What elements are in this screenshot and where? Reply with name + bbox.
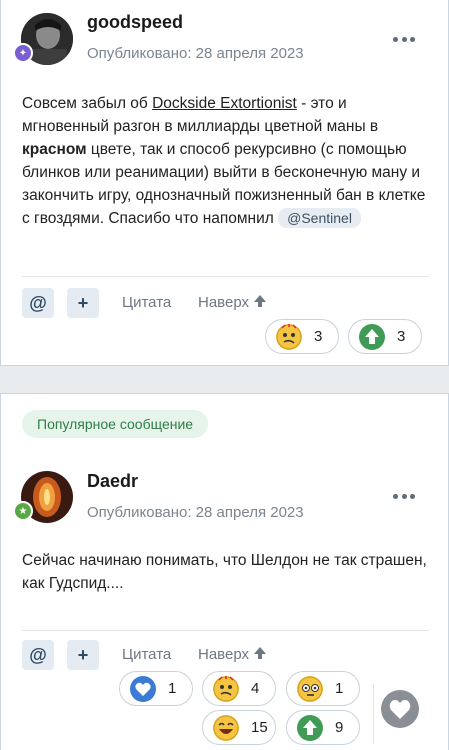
upvote-icon <box>359 323 385 350</box>
reaction-upvote[interactable]: 3 <box>348 319 422 354</box>
reaction-confused[interactable]: 4 <box>202 671 276 706</box>
upvote-icon <box>297 714 323 741</box>
popular-post-badge: Популярное сообщение <box>22 410 209 438</box>
post-body: Совсем забыл об Dockside Extortionist - … <box>22 95 426 228</box>
post-card-2: Популярное сообщение ★ Daedr Опубликован… <box>0 393 449 750</box>
back-to-top-button[interactable]: Наверх <box>198 294 267 311</box>
post-date[interactable]: Опубликовано: 28 апреля 2023 <box>87 504 304 521</box>
more-options-icon[interactable] <box>393 492 415 500</box>
reaction-upvote[interactable]: 9 <box>286 710 360 745</box>
react-button[interactable] <box>381 690 419 728</box>
multiquote-button[interactable]: + <box>67 288 99 318</box>
card-link[interactable]: Dockside Extortionist <box>152 95 297 112</box>
quote-button[interactable]: Цитата <box>122 646 171 663</box>
multiquote-button[interactable]: + <box>67 640 99 670</box>
reaction-count: 1 <box>168 680 177 697</box>
back-to-top-label: Наверх <box>198 646 249 663</box>
confused-face-icon <box>276 323 302 350</box>
reaction-count: 15 <box>251 719 268 736</box>
laughing-face-icon <box>213 714 239 741</box>
reaction-count: 3 <box>397 328 406 345</box>
post-date[interactable]: Опубликовано: 28 апреля 2023 <box>87 45 304 62</box>
rank-badge-icon: ★ <box>13 501 33 521</box>
quote-button[interactable]: Цитата <box>122 294 171 311</box>
post-card-1: ✦ goodspeed Опубликовано: 28 апреля 2023… <box>0 0 449 366</box>
back-to-top-label: Наверх <box>198 294 249 311</box>
reaction-count: 1 <box>335 680 344 697</box>
rank-badge-icon: ✦ <box>13 43 33 63</box>
back-to-top-button[interactable]: Наверх <box>198 646 267 663</box>
reaction-thinking[interactable]: 1 <box>286 671 360 706</box>
arrow-up-icon <box>254 295 267 307</box>
heart-icon <box>130 675 156 702</box>
confused-face-icon <box>213 675 239 702</box>
author-name[interactable]: goodspeed <box>87 12 183 33</box>
reaction-count: 9 <box>335 719 344 736</box>
mention-button[interactable]: @ <box>22 288 54 318</box>
post-body: Сейчас начинаю понимать, что Шелдон не т… <box>22 552 427 592</box>
heart-icon <box>389 699 411 719</box>
divider <box>22 630 429 631</box>
author-name[interactable]: Daedr <box>87 471 138 492</box>
reaction-count: 4 <box>251 680 260 697</box>
arrow-up-icon <box>254 647 267 659</box>
reaction-confused[interactable]: 3 <box>265 319 339 354</box>
reaction-laughing[interactable]: 15 <box>202 710 276 745</box>
more-options-icon[interactable] <box>393 35 415 43</box>
mention-button[interactable]: @ <box>22 640 54 670</box>
divider <box>373 684 374 744</box>
reaction-heart[interactable]: 1 <box>119 671 193 706</box>
divider <box>22 276 429 277</box>
thinking-face-icon <box>297 675 323 702</box>
reaction-count: 3 <box>314 328 323 345</box>
user-mention[interactable]: @Sentinel <box>278 208 361 228</box>
